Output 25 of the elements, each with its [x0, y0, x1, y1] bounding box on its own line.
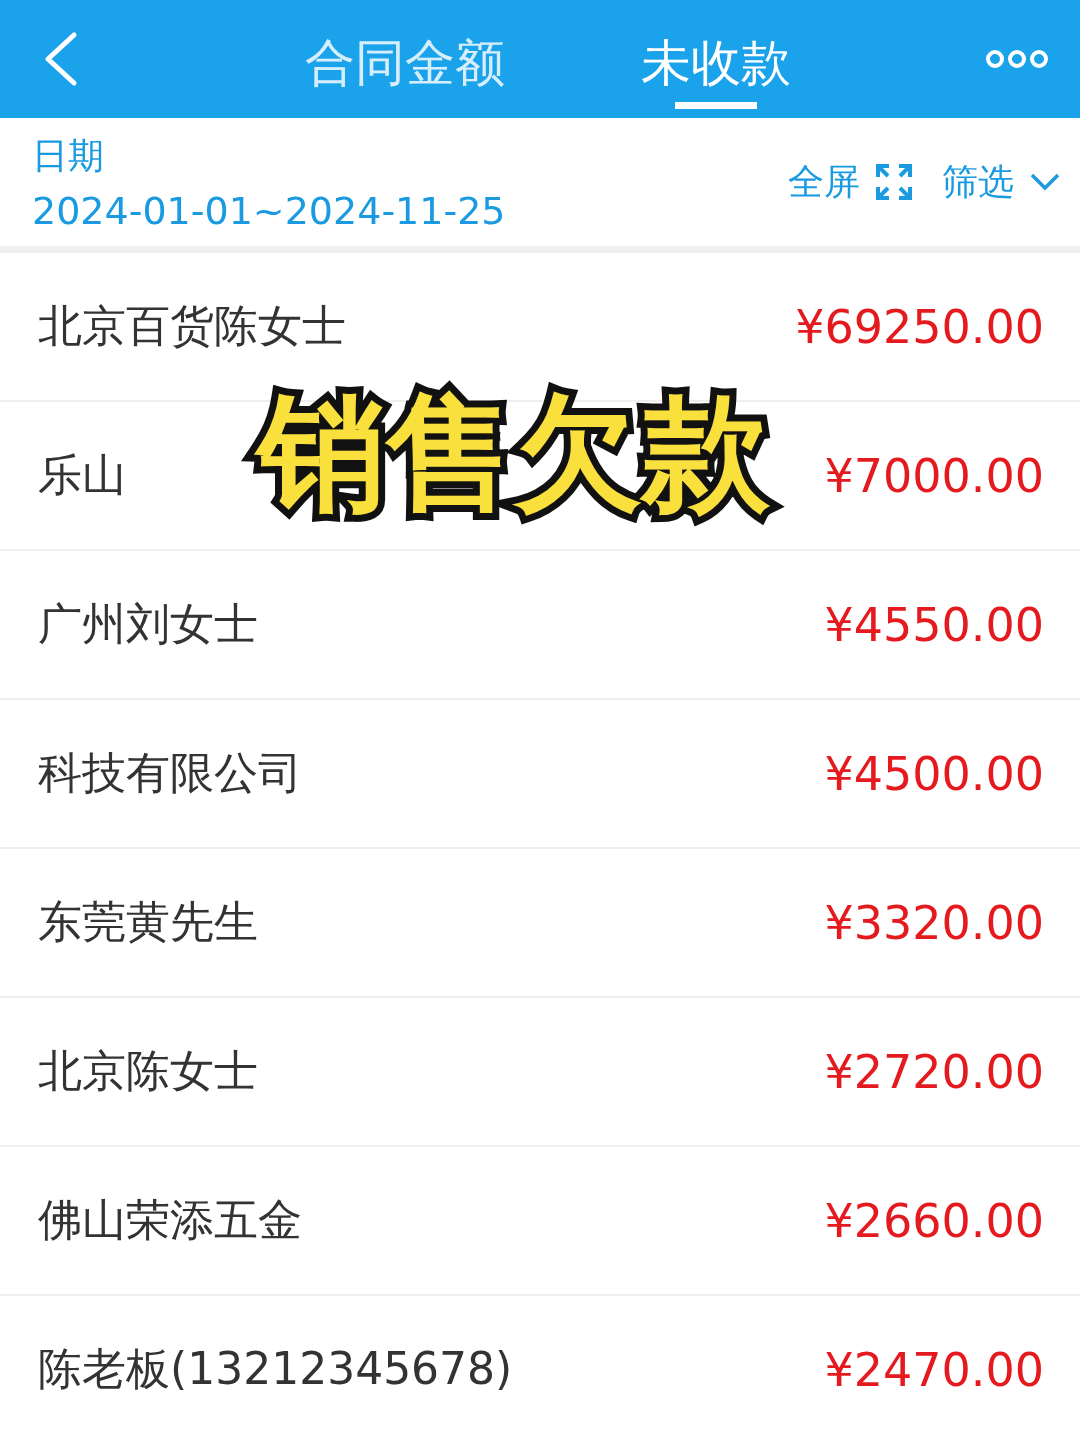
amount: ¥3320.00 — [824, 895, 1044, 950]
filter-link[interactable]: 筛选 — [942, 157, 1014, 207]
date-label: 日期 — [32, 133, 105, 178]
customer-name: 东莞黄先生 — [38, 895, 258, 949]
amount: ¥2470.00 — [824, 1342, 1044, 1397]
customer-name: 陈老板(13212345678) — [38, 1342, 513, 1396]
tab[interactable]: 合同金额 — [305, 9, 505, 109]
amount: ¥4550.00 — [824, 597, 1044, 652]
customer-name: 乐山 — [38, 448, 126, 502]
date-range[interactable]: 2024-01-01~2024-11-25 — [32, 188, 506, 233]
amount: ¥69250.00 — [795, 299, 1044, 354]
customer-name: 佛山荣添五金 — [38, 1193, 302, 1247]
more-icon[interactable] — [986, 49, 1048, 69]
customer-name: 北京陈女士 — [38, 1044, 258, 1098]
amount: ¥2660.00 — [824, 1193, 1044, 1248]
customer-name: 北京百货陈女士 — [38, 299, 346, 353]
fullscreen-link[interactable]: 全屏 — [788, 157, 860, 207]
customer-name: 广州刘女士 — [38, 597, 258, 651]
chevron-down-icon[interactable] — [1030, 173, 1060, 191]
amount: ¥7000.00 — [824, 448, 1044, 503]
customer-name: 科技有限公司 — [38, 746, 302, 800]
amount: ¥4500.00 — [824, 746, 1044, 801]
tab[interactable]: 未收款 — [641, 9, 791, 109]
fullscreen-icon[interactable] — [876, 164, 912, 200]
amount: ¥2720.00 — [824, 1044, 1044, 1099]
